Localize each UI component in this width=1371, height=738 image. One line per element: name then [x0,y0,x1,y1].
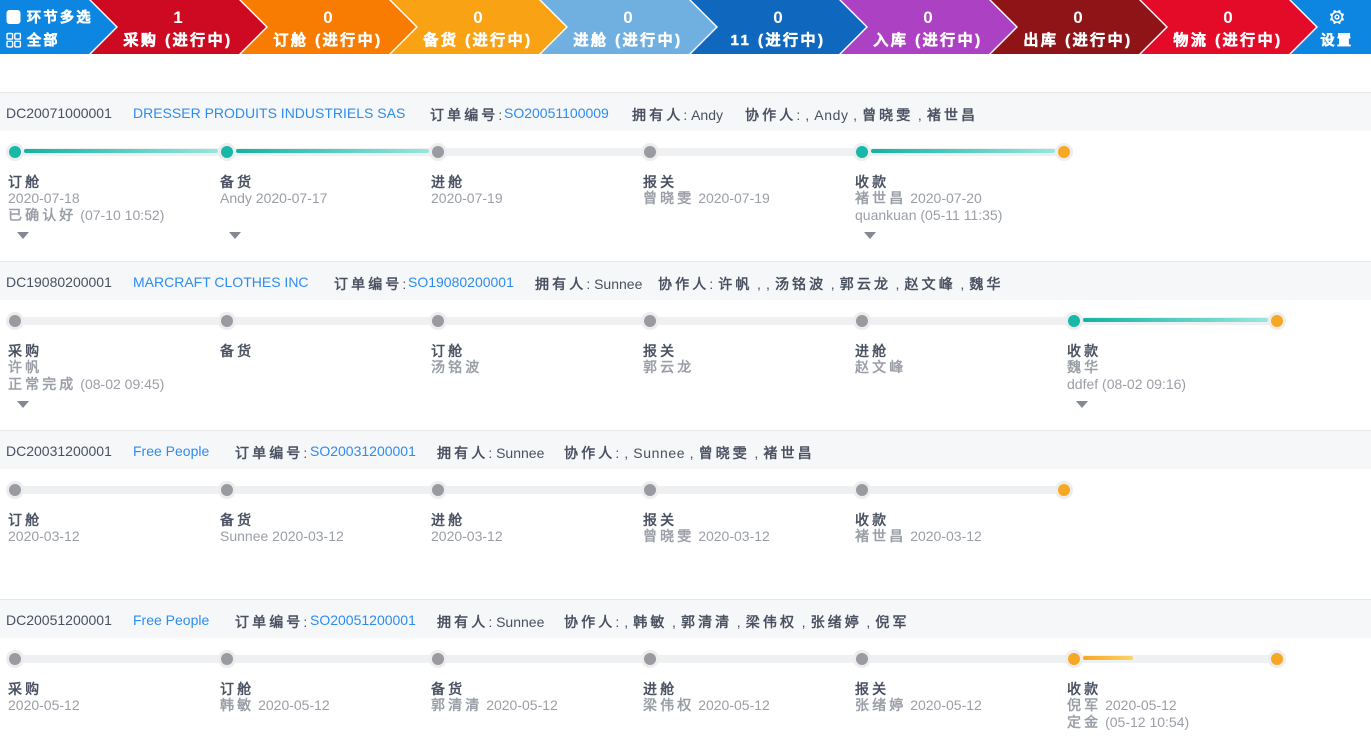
svg-text:0: 0 [623,8,632,27]
svg-text:0: 0 [323,8,332,27]
svg-text:全部: 全部 [26,32,60,48]
svg-text:采购 (进行中): 采购 (进行中) [122,31,232,49]
svg-text:设置: 设置 [1321,32,1354,48]
svg-text:1: 1 [173,8,182,27]
svg-text:0: 0 [1223,8,1232,27]
svg-text:0: 0 [473,8,482,27]
svg-text:0: 0 [1073,8,1082,27]
svg-text:入库 (进行中): 入库 (进行中) [873,31,982,49]
svg-text:11 (进行中): 11 (进行中) [730,31,825,49]
svg-text:订舱 (进行中): 订舱 (进行中) [273,31,382,49]
svg-text:0: 0 [773,8,782,27]
svg-text:0: 0 [923,8,932,27]
svg-text:物流 (进行中): 物流 (进行中) [1173,31,1282,49]
svg-text:进舱 (进行中): 进舱 (进行中) [573,31,682,49]
svg-text:出库 (进行中): 出库 (进行中) [1023,31,1132,49]
svg-text:环节多选: 环节多选 [27,9,93,25]
svg-text:备货 (进行中): 备货 (进行中) [422,31,532,49]
